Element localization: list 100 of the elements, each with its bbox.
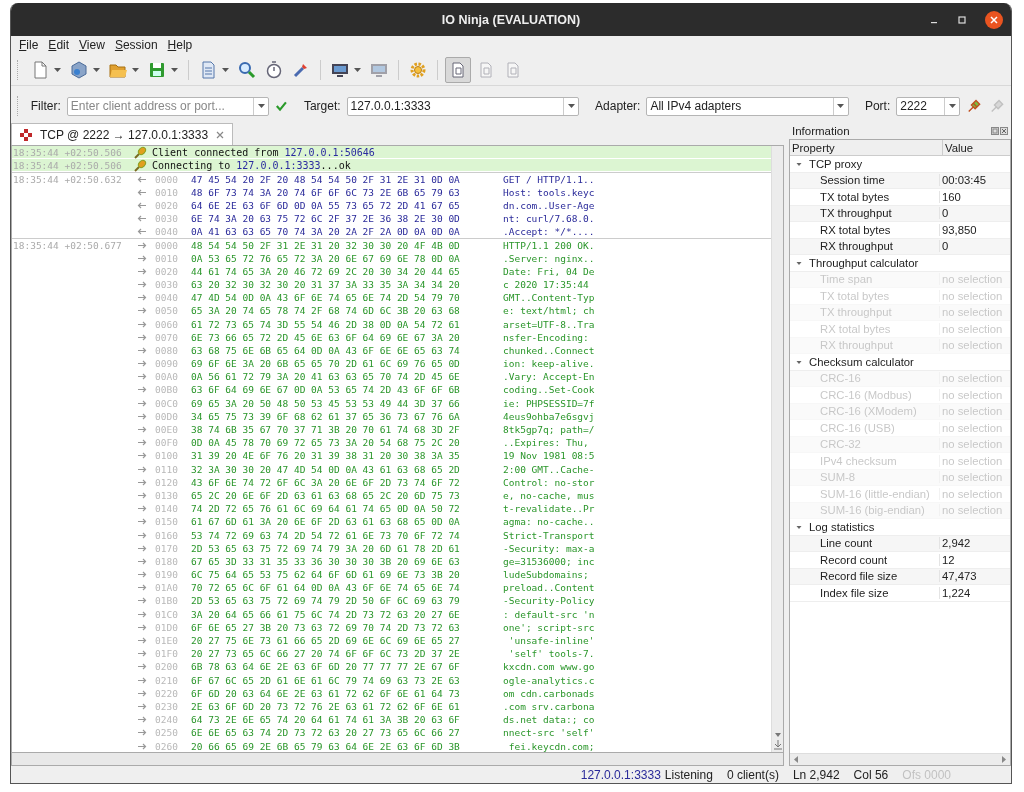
ascii-text: nt: curl/7.68.0. <box>503 213 595 225</box>
right-arrow-icon <box>137 702 147 710</box>
offset: 01D0 <box>155 621 179 633</box>
property-value: 0 <box>941 207 949 220</box>
menu-item[interactable]: Session <box>114 38 158 52</box>
ascii-text: preload..Content <box>503 582 595 594</box>
scroll-to-end-icon[interactable] <box>773 740 782 750</box>
ascii-text: dn.com..User-Age <box>503 199 595 211</box>
target-combo-box[interactable]: 127.0.0.1:3333 <box>346 96 580 116</box>
port-label: Port: <box>864 99 891 113</box>
offset: 0260 <box>155 740 179 752</box>
left-arrow-icon <box>137 215 147 223</box>
hex-bytes: 65 2C 20 6E 6F 2D 63 61 63 68 65 2C 20 6D 75 73 <box>191 489 461 501</box>
property-value: 47,473 <box>941 570 977 583</box>
offset: 00C0 <box>155 397 179 409</box>
filter-field[interactable]: Enter client address or port... <box>67 99 254 113</box>
panel-title: Information <box>792 125 850 137</box>
hex-bytes: 34 65 75 73 39 6F 68 62 61 37 65 36 73 67 76 6A <box>191 410 461 422</box>
right-arrow-icon <box>137 412 147 420</box>
offset: 0100 <box>155 450 179 462</box>
hex-bytes: 47 45 54 20 2F 20 48 54 54 50 2F 31 2E 31 0D 0A <box>191 173 461 185</box>
hex-bytes: 0A 53 65 72 76 65 72 3A 20 6E 67 69 6E 78 0D 0A <box>191 252 461 264</box>
ascii-text: Control: no-stor <box>503 476 595 488</box>
property-value: 160 <box>941 190 961 203</box>
ascii-text: fei.keycdn.com; <box>507 740 595 752</box>
caret-icon[interactable] <box>93 68 100 72</box>
right-arrow-icon <box>137 557 147 565</box>
right-arrow-icon <box>137 478 147 486</box>
target-field[interactable]: 127.0.0.1:3333 <box>347 99 564 113</box>
pages-icon[interactable] <box>445 57 471 83</box>
right-arrow-icon <box>137 623 147 631</box>
offset: 0010 <box>155 252 179 264</box>
left-arrow-icon <box>137 175 147 183</box>
offset: 0120 <box>155 476 179 488</box>
offset: 0030 <box>155 278 179 290</box>
port-combo-box[interactable]: 2222 <box>896 96 961 116</box>
right-arrow-icon <box>137 426 147 434</box>
caret-icon[interactable] <box>354 68 361 72</box>
event-message: Connecting to 127.0.0.1:3333...ok <box>152 159 351 171</box>
caret-icon[interactable] <box>171 68 178 72</box>
hex-bytes: 0D 0A 45 78 70 69 72 65 73 3A 20 54 68 75 2C 20 <box>191 437 461 449</box>
hex-bytes: 47 4D 54 0D 0A 43 6F 6E 74 65 6E 74 2D 54 79 70 <box>191 292 461 304</box>
property-name: Session time <box>790 174 940 187</box>
offset: 00B0 <box>155 384 179 396</box>
ascii-text: 19 Nov 1981 08:5 <box>503 450 595 462</box>
hex-bytes: 69 6F 6E 3A 20 6B 65 65 70 2D 61 6C 69 76 65 0D <box>191 358 461 370</box>
ascii-text: ion: keep-alive. <box>503 358 595 370</box>
property-name: Record count <box>790 553 940 566</box>
target-label: Target: <box>303 99 341 113</box>
property-value: 1,224 <box>941 586 971 599</box>
hex-bytes: 69 65 3A 20 50 48 50 53 45 53 53 49 44 3D 37 66 <box>191 397 461 409</box>
port-field[interactable]: 2222 <box>897 99 945 113</box>
checkmark-icon[interactable] <box>275 99 288 113</box>
hex-bytes: 64 73 2E 6E 65 74 20 64 61 74 61 3A 3B 20 63 6F <box>191 714 461 726</box>
caret-icon[interactable] <box>222 68 229 72</box>
scroll-right-icon[interactable] <box>1001 756 1006 763</box>
menu-item[interactable]: File <box>19 38 39 52</box>
ascii-text: 2:00 GMT..Cache- <box>503 463 595 475</box>
filter-label: Filter: <box>30 99 61 113</box>
ascii-text: ogle-analytics.c <box>503 674 595 686</box>
offset: 0080 <box>155 344 179 356</box>
column-header[interactable]: Value <box>943 140 974 155</box>
offset: 0040 <box>155 292 179 304</box>
status-text: Col 56 <box>853 767 889 782</box>
maximize-icon[interactable] <box>957 15 967 25</box>
caret-icon[interactable] <box>54 68 61 72</box>
offset: 0250 <box>155 727 179 739</box>
filter-combo-box[interactable]: Enter client address or port... <box>66 96 270 116</box>
hex-bytes: 70 72 65 6C 6F 61 64 0D 0A 43 6F 6E 74 65 6E 74 <box>191 582 461 594</box>
left-arrow-icon <box>137 201 147 209</box>
adapter-dropdown[interactable]: All IPv4 adapters <box>646 96 849 116</box>
ascii-text: : default-src 'n <box>503 608 595 620</box>
hex-bytes: 6E 74 3A 20 63 75 72 6C 2F 37 2E 36 38 2E 30 0D <box>191 213 461 225</box>
window-title: IO Ninja (EVALUATION) <box>441 12 581 27</box>
ascii-text: ie: PHPSESSID=7f <box>503 397 595 409</box>
ascii-text: ds.net data:; co <box>503 714 595 726</box>
caret-icon[interactable] <box>132 68 139 72</box>
caret-icon <box>257 104 265 108</box>
right-arrow-icon <box>137 544 147 552</box>
column-header[interactable]: Property <box>790 140 943 155</box>
status-text: 127.0.0.1:3333 <box>580 767 661 782</box>
right-arrow-icon <box>137 531 147 539</box>
right-arrow-icon <box>137 465 147 473</box>
right-arrow-icon <box>137 584 147 592</box>
menu-item[interactable]: Help <box>167 38 193 52</box>
offset: 0000 <box>155 173 179 185</box>
menu-item[interactable]: Edit <box>48 38 70 52</box>
right-arrow-icon <box>137 346 147 354</box>
session-tab[interactable]: TCP @ 2222 → 127.0.0.1:3333 <box>11 123 234 145</box>
right-arrow-icon <box>137 491 147 499</box>
close-icon[interactable] <box>985 11 1003 29</box>
right-arrow-icon <box>137 452 147 460</box>
scrollbar[interactable] <box>11 753 784 766</box>
right-arrow-icon <box>137 320 147 328</box>
float-icon[interactable] <box>991 127 999 135</box>
scroll-down-icon[interactable] <box>773 732 782 738</box>
ascii-text: Strict-Transport <box>503 529 595 541</box>
offset: 01B0 <box>155 595 179 607</box>
menu-item[interactable]: View <box>79 38 105 52</box>
scroll-left-icon[interactable] <box>794 756 799 763</box>
